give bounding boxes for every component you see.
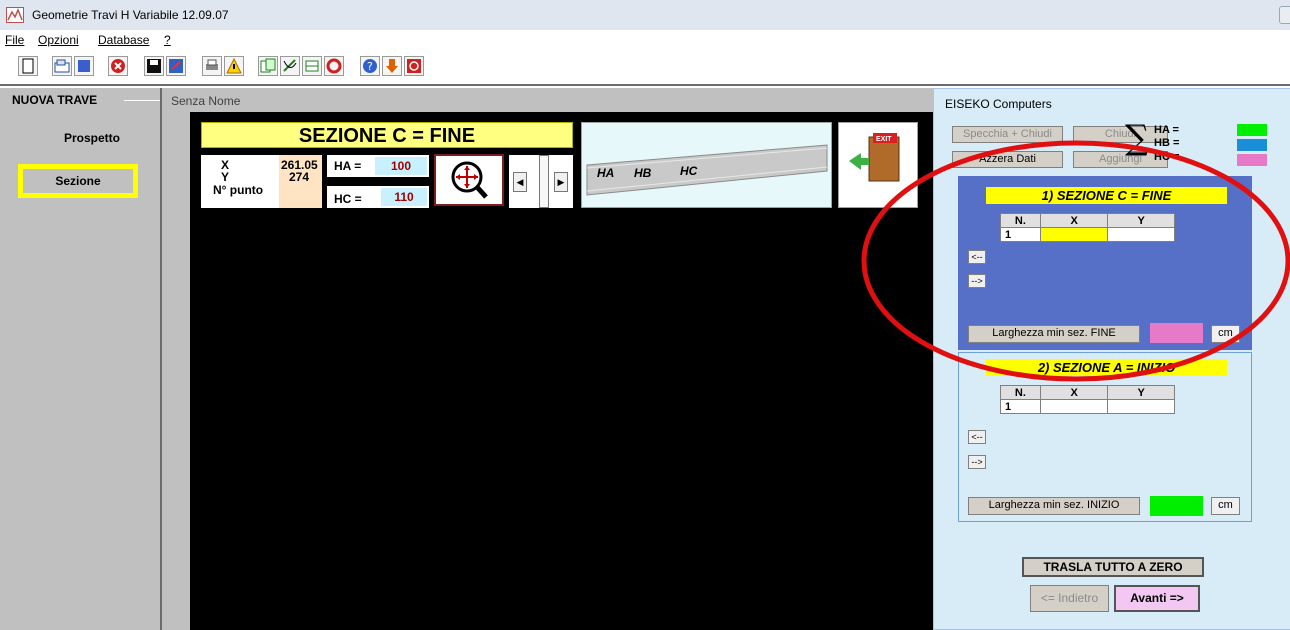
right-panel-title: EISEKO Computers	[945, 97, 1052, 111]
left-panel-title: NUOVA TRAVE	[12, 93, 98, 107]
scroll-thumb[interactable]	[539, 155, 549, 208]
menu-opzioni[interactable]: Opzioni	[38, 33, 79, 47]
preview-hb-label: HB	[634, 166, 652, 180]
y-value: 274	[289, 170, 310, 184]
toolbar: ?	[0, 50, 1290, 86]
nav-sezione-label: Sezione	[55, 174, 101, 188]
section2-min-width-label: Larghezza min sez. INIZIO	[968, 497, 1140, 515]
menu-bar	[0, 30, 1290, 50]
close-icon[interactable]	[108, 56, 128, 76]
column-header: N.	[1000, 385, 1041, 400]
beam-preview: HA HB HC	[581, 122, 832, 208]
section-icon[interactable]	[302, 56, 322, 76]
scroll-right-icon[interactable]: ▶	[554, 172, 568, 192]
print-icon[interactable]	[74, 56, 94, 76]
new-icon[interactable]	[18, 56, 38, 76]
highlight-ellipse	[861, 140, 1290, 382]
y-label: Y	[221, 170, 230, 184]
divider	[124, 100, 164, 101]
back-button[interactable]: <= Indietro	[1030, 585, 1109, 612]
section2-unit: cm	[1211, 497, 1240, 515]
hc-field[interactable]: 110	[381, 188, 427, 206]
printer-icon[interactable]	[202, 56, 222, 76]
hc-label: HC =	[334, 192, 362, 206]
nav-prospetto[interactable]: Prospetto	[64, 131, 120, 145]
column-header: X	[1039, 385, 1109, 400]
section2-next-button[interactable]: -->	[968, 455, 986, 469]
ha-field[interactable]: 100	[375, 157, 427, 175]
app-icon	[6, 7, 24, 23]
section-title: SEZIONE C = FINE	[201, 122, 573, 148]
stop-icon[interactable]	[404, 56, 424, 76]
menu-help[interactable]: ?	[164, 33, 171, 47]
nav-sezione[interactable]: Sezione	[18, 164, 138, 198]
preview-ha-label: HA	[597, 166, 614, 180]
save-icon[interactable]	[144, 56, 164, 76]
warning-icon[interactable]	[224, 56, 244, 76]
export-icon[interactable]	[166, 56, 186, 76]
table-row: 1	[1000, 399, 1175, 414]
preview-hc-label: HC	[680, 164, 698, 178]
section2-table: N. X Y 1	[1000, 385, 1175, 414]
section2-min-width-field[interactable]	[1150, 496, 1203, 516]
recycle-icon[interactable]	[324, 56, 344, 76]
column-header: Y	[1107, 385, 1175, 400]
window-control-button[interactable]	[1279, 6, 1290, 24]
draw-icon[interactable]	[280, 56, 300, 76]
shift-to-zero-button[interactable]: TRASLA TUTTO A ZERO	[1022, 557, 1204, 577]
zoom-icon	[451, 161, 488, 199]
window-title: Geometrie Travi H Variabile 12.09.07	[32, 8, 229, 22]
svg-text:?: ?	[367, 60, 373, 73]
point-number-label: N° punto	[213, 183, 264, 197]
zoom-button[interactable]	[434, 154, 504, 206]
scroll-control: ◀ ▶	[509, 155, 573, 208]
down-arrow-icon[interactable]	[382, 56, 402, 76]
ha-label: HA =	[334, 159, 362, 173]
next-button[interactable]: Avanti =>	[1114, 585, 1200, 612]
copy-icon[interactable]	[258, 56, 278, 76]
section2-prev-button[interactable]: <--	[968, 430, 986, 444]
table-cell: 1	[1000, 399, 1041, 414]
open-icon[interactable]	[52, 56, 72, 76]
menu-database[interactable]: Database	[98, 33, 149, 47]
menu-file[interactable]: File	[5, 33, 24, 47]
table-cell[interactable]	[1107, 399, 1175, 414]
document-title: Senza Nome	[171, 94, 241, 108]
scroll-left-icon[interactable]: ◀	[513, 172, 527, 192]
help-icon[interactable]: ?	[360, 56, 380, 76]
left-panel-header: NUOVA TRAVE	[8, 93, 164, 107]
table-cell[interactable]	[1039, 399, 1109, 414]
